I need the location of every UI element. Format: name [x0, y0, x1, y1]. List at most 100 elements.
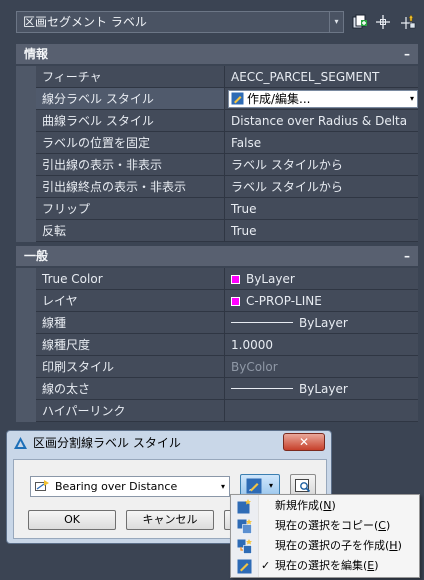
- property-value: False: [225, 132, 418, 154]
- new-style-icon: [237, 499, 251, 514]
- menu-item-label: 現在の選択を編集(E): [275, 559, 379, 572]
- property-name: ラベルの位置を固定: [36, 132, 225, 154]
- property-value: ByLayer: [246, 272, 295, 286]
- chevron-down-icon: ▾: [329, 12, 343, 32]
- property-value: ByColor: [225, 356, 418, 378]
- menu-item-label: 現在の選択の子を作成(H): [275, 539, 402, 552]
- child-style-icon: [237, 539, 252, 554]
- row-gutter: [16, 110, 36, 132]
- collapse-icon[interactable]: –: [404, 246, 410, 266]
- property-name: 線種尺度: [36, 334, 225, 356]
- property-row-linetype[interactable]: 線種 ByLayer: [16, 312, 418, 334]
- property-name: 反転: [36, 220, 225, 242]
- civil3d-logo-icon: [14, 437, 27, 449]
- menu-item-create-new[interactable]: 新規作成(N): [231, 496, 419, 516]
- property-name: 引出線終点の表示・非表示: [36, 176, 225, 198]
- row-gutter: [16, 154, 36, 176]
- section-header-general[interactable]: 一般 –: [16, 246, 418, 266]
- cancel-button[interactable]: キャンセル: [126, 510, 214, 530]
- property-value-cell: C-PROP-LINE: [225, 290, 418, 312]
- menu-item-copy-selection[interactable]: 現在の選択をコピー(C): [231, 516, 419, 536]
- edit-style-icon: [246, 478, 262, 494]
- preview-icon: [295, 479, 311, 493]
- label-style-icon: [35, 480, 49, 491]
- row-gutter: [16, 356, 36, 378]
- section-header-info[interactable]: 情報 –: [16, 44, 418, 64]
- row-gutter: [16, 176, 36, 198]
- ok-label: OK: [64, 513, 80, 526]
- property-row-feature[interactable]: フィーチャ AECC_PARCEL_SEGMENT: [16, 66, 418, 88]
- menu-item-label: 新規作成(N): [275, 499, 336, 512]
- label-style-value: Bearing over Distance: [55, 480, 178, 493]
- select-objects-icon[interactable]: [375, 14, 391, 30]
- row-gutter: [16, 66, 36, 88]
- property-row-plot-style[interactable]: 印刷スタイル ByColor: [16, 356, 418, 378]
- property-row-leader-end-visibility[interactable]: 引出線終点の表示・非表示 ラベル スタイルから: [16, 176, 418, 198]
- label-style-select[interactable]: Bearing over Distance ▾: [30, 476, 230, 497]
- row-gutter: [16, 268, 36, 290]
- row-gutter: [16, 198, 36, 220]
- property-row-true-color[interactable]: True Color ByLayer: [16, 268, 418, 290]
- collapse-icon[interactable]: –: [404, 44, 410, 64]
- dialog-title: 区画分割線ラベル スタイル: [33, 436, 181, 450]
- property-value: True: [225, 198, 418, 220]
- property-value-cell: ByLayer: [225, 378, 418, 400]
- object-type-select[interactable]: 区画セグメント ラベル ▾: [16, 11, 344, 33]
- row-gutter: [16, 334, 36, 356]
- chevron-down-icon: ▾: [220, 482, 225, 491]
- properties-toolbar: 区画セグメント ラベル ▾: [0, 0, 424, 44]
- row-gutter: [16, 132, 36, 154]
- row-gutter: [16, 220, 36, 242]
- property-row-curve-label-style[interactable]: 曲線ラベル スタイル Distance over Radius & Delta: [16, 110, 418, 132]
- color-swatch: [231, 297, 240, 306]
- property-value: True: [225, 220, 418, 242]
- property-name: 引出線の表示・非表示: [36, 154, 225, 176]
- close-button[interactable]: ✕: [283, 433, 325, 451]
- property-row-segment-label-style[interactable]: 線分ラベル スタイル 作成/編集... ▾: [16, 88, 418, 110]
- property-name: 曲線ラベル スタイル: [36, 110, 225, 132]
- property-name: フィーチャ: [36, 66, 225, 88]
- property-name: ハイパーリンク: [36, 400, 225, 422]
- row-gutter: [16, 88, 36, 110]
- dialog-title-bar[interactable]: 区画分割線ラベル スタイル ✕: [7, 431, 331, 457]
- edit-style-icon: [237, 559, 252, 574]
- ok-button[interactable]: OK: [28, 510, 116, 530]
- property-value: ByLayer: [299, 316, 348, 330]
- property-value: C-PROP-LINE: [246, 294, 322, 308]
- property-value: ラベル スタイルから: [225, 154, 418, 176]
- cancel-label: キャンセル: [142, 513, 198, 526]
- color-swatch: [231, 275, 240, 284]
- menu-item-create-child[interactable]: 現在の選択の子を作成(H): [231, 536, 419, 556]
- style-edit-menu: 新規作成(N) 現在の選択をコピー(C) 現在の選択の子を作成(H) ✓ 現在の…: [230, 494, 420, 578]
- quick-select-icon[interactable]: [400, 14, 416, 30]
- row-gutter: [16, 312, 36, 334]
- lineweight-sample: [231, 388, 293, 389]
- property-value: Distance over Radius & Delta: [225, 110, 418, 132]
- property-row-leader-visibility[interactable]: 引出線の表示・非表示 ラベル スタイルから: [16, 154, 418, 176]
- close-icon: ✕: [298, 435, 310, 449]
- toggle-pickadd-icon[interactable]: [352, 14, 368, 30]
- property-value: ByLayer: [299, 382, 348, 396]
- property-row-pin-label[interactable]: ラベルの位置を固定 False: [16, 132, 418, 154]
- property-row-reverse[interactable]: 反転 True: [16, 220, 418, 242]
- check-icon: ✓: [261, 559, 271, 572]
- property-row-lineweight[interactable]: 線の太さ ByLayer: [16, 378, 418, 400]
- menu-item-edit-selection[interactable]: ✓ 現在の選択を編集(E): [231, 556, 419, 576]
- property-name: 線分ラベル スタイル: [36, 88, 225, 110]
- property-row-hyperlink[interactable]: ハイパーリンク: [16, 400, 418, 422]
- property-value-cell: ByLayer: [225, 312, 418, 334]
- chevron-down-icon: ▾: [409, 94, 414, 103]
- property-row-flip[interactable]: フリップ True: [16, 198, 418, 220]
- row-gutter: [16, 378, 36, 400]
- section-title-general: 一般: [24, 249, 49, 263]
- property-value-cell: ByLayer: [225, 268, 418, 290]
- edit-style-icon: [231, 92, 244, 105]
- property-row-linetype-scale[interactable]: 線種尺度 1.0000: [16, 334, 418, 356]
- property-row-layer[interactable]: レイヤ C-PROP-LINE: [16, 290, 418, 312]
- property-value: 1.0000: [225, 334, 418, 356]
- row-gutter: [16, 290, 36, 312]
- segment-label-style-select[interactable]: 作成/編集... ▾: [228, 90, 418, 108]
- property-name: 線の太さ: [36, 378, 225, 400]
- property-value: [225, 400, 418, 422]
- linetype-sample: [231, 322, 293, 323]
